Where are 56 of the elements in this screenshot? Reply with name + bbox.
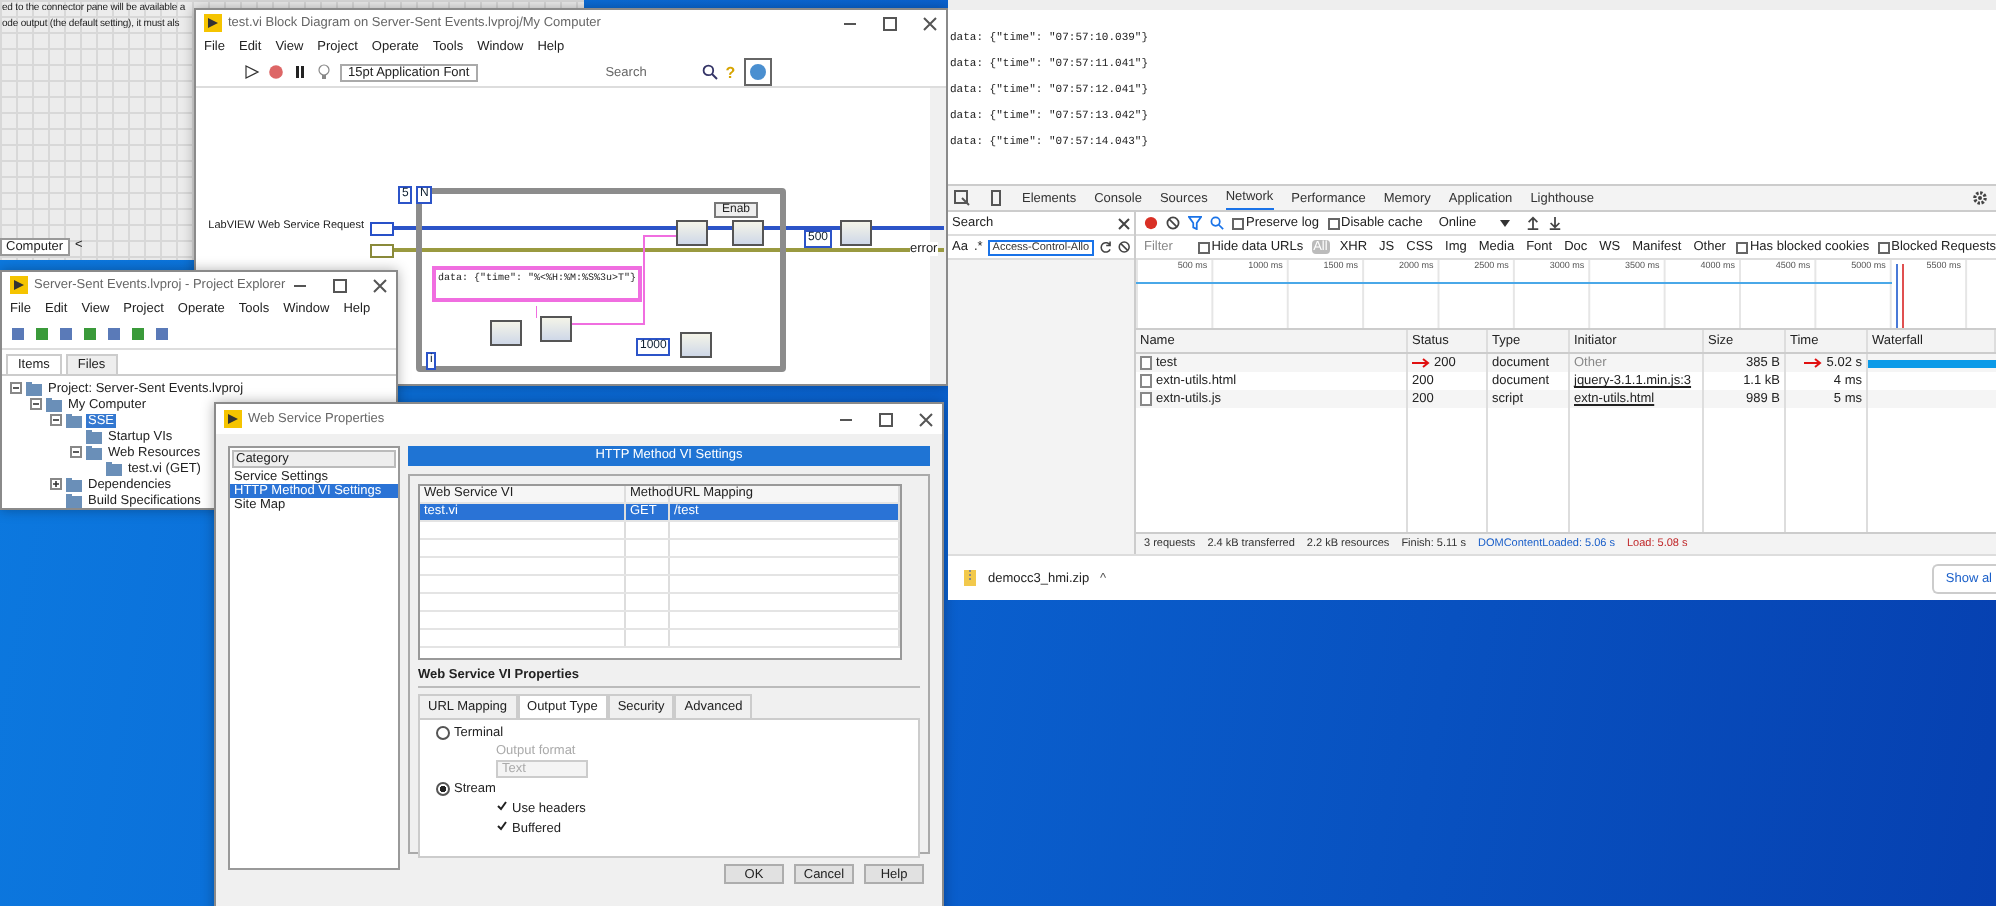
app-icon [10,276,28,294]
load-marker [1896,264,1904,328]
radio-button[interactable] [436,782,450,796]
pause-icon[interactable] [292,64,308,80]
checkbox[interactable] [1232,217,1244,229]
expander-icon[interactable] [70,446,82,458]
upload-icon[interactable] [1526,216,1541,230]
expander-icon[interactable] [50,414,62,426]
maximize-icon[interactable] [332,277,348,293]
close-icon[interactable] [918,411,934,427]
checkbox[interactable] [1877,241,1890,253]
close-icon[interactable] [372,277,388,293]
folder-icon [66,413,82,427]
record-icon[interactable] [1144,216,1158,230]
arrow-icon[interactable] [244,64,260,80]
checkbox[interactable] [1197,241,1210,253]
checkbox[interactable] [496,800,508,816]
maximize-icon[interactable] [878,411,894,427]
clear-icon[interactable] [1117,240,1130,254]
close-icon[interactable] [1118,217,1130,229]
filter-icon[interactable] [1188,216,1202,230]
checkbox[interactable] [496,820,508,836]
error-terminal [370,244,394,258]
expander-icon[interactable] [10,382,22,394]
settings-icon[interactable] [1972,190,1988,206]
bulb-icon[interactable] [316,64,332,80]
subvi-icon [490,320,522,346]
maximize-icon[interactable] [882,15,898,31]
globe-icon[interactable] [743,58,772,86]
checkbox[interactable] [1327,217,1339,229]
folder-icon [46,397,62,411]
subvi-icon [840,220,872,246]
zip-file-icon [964,570,976,586]
inspect-icon[interactable] [954,190,970,206]
request-terminal [370,222,394,236]
wait-icon [680,332,712,358]
radio-button[interactable] [436,726,450,740]
search-icon[interactable] [701,64,718,80]
close-icon[interactable] [922,15,938,31]
device-icon[interactable] [988,190,1004,206]
refresh-icon[interactable] [1099,240,1112,254]
subvi-icon [540,316,572,342]
clear-icon[interactable] [1166,216,1180,230]
subvi-icon [676,220,708,246]
app-icon [204,14,222,32]
caret-icon [1500,219,1511,227]
subvi-icon [732,220,764,246]
folder-icon [106,461,122,475]
download-icon[interactable] [1548,216,1563,230]
folder-icon [26,381,42,395]
waterfall-bar [1868,359,1996,367]
expander-icon[interactable] [50,478,62,490]
checkbox[interactable] [1735,241,1748,253]
stop-icon[interactable] [268,64,284,80]
expander-icon[interactable] [30,398,42,410]
app-icon [224,410,242,428]
